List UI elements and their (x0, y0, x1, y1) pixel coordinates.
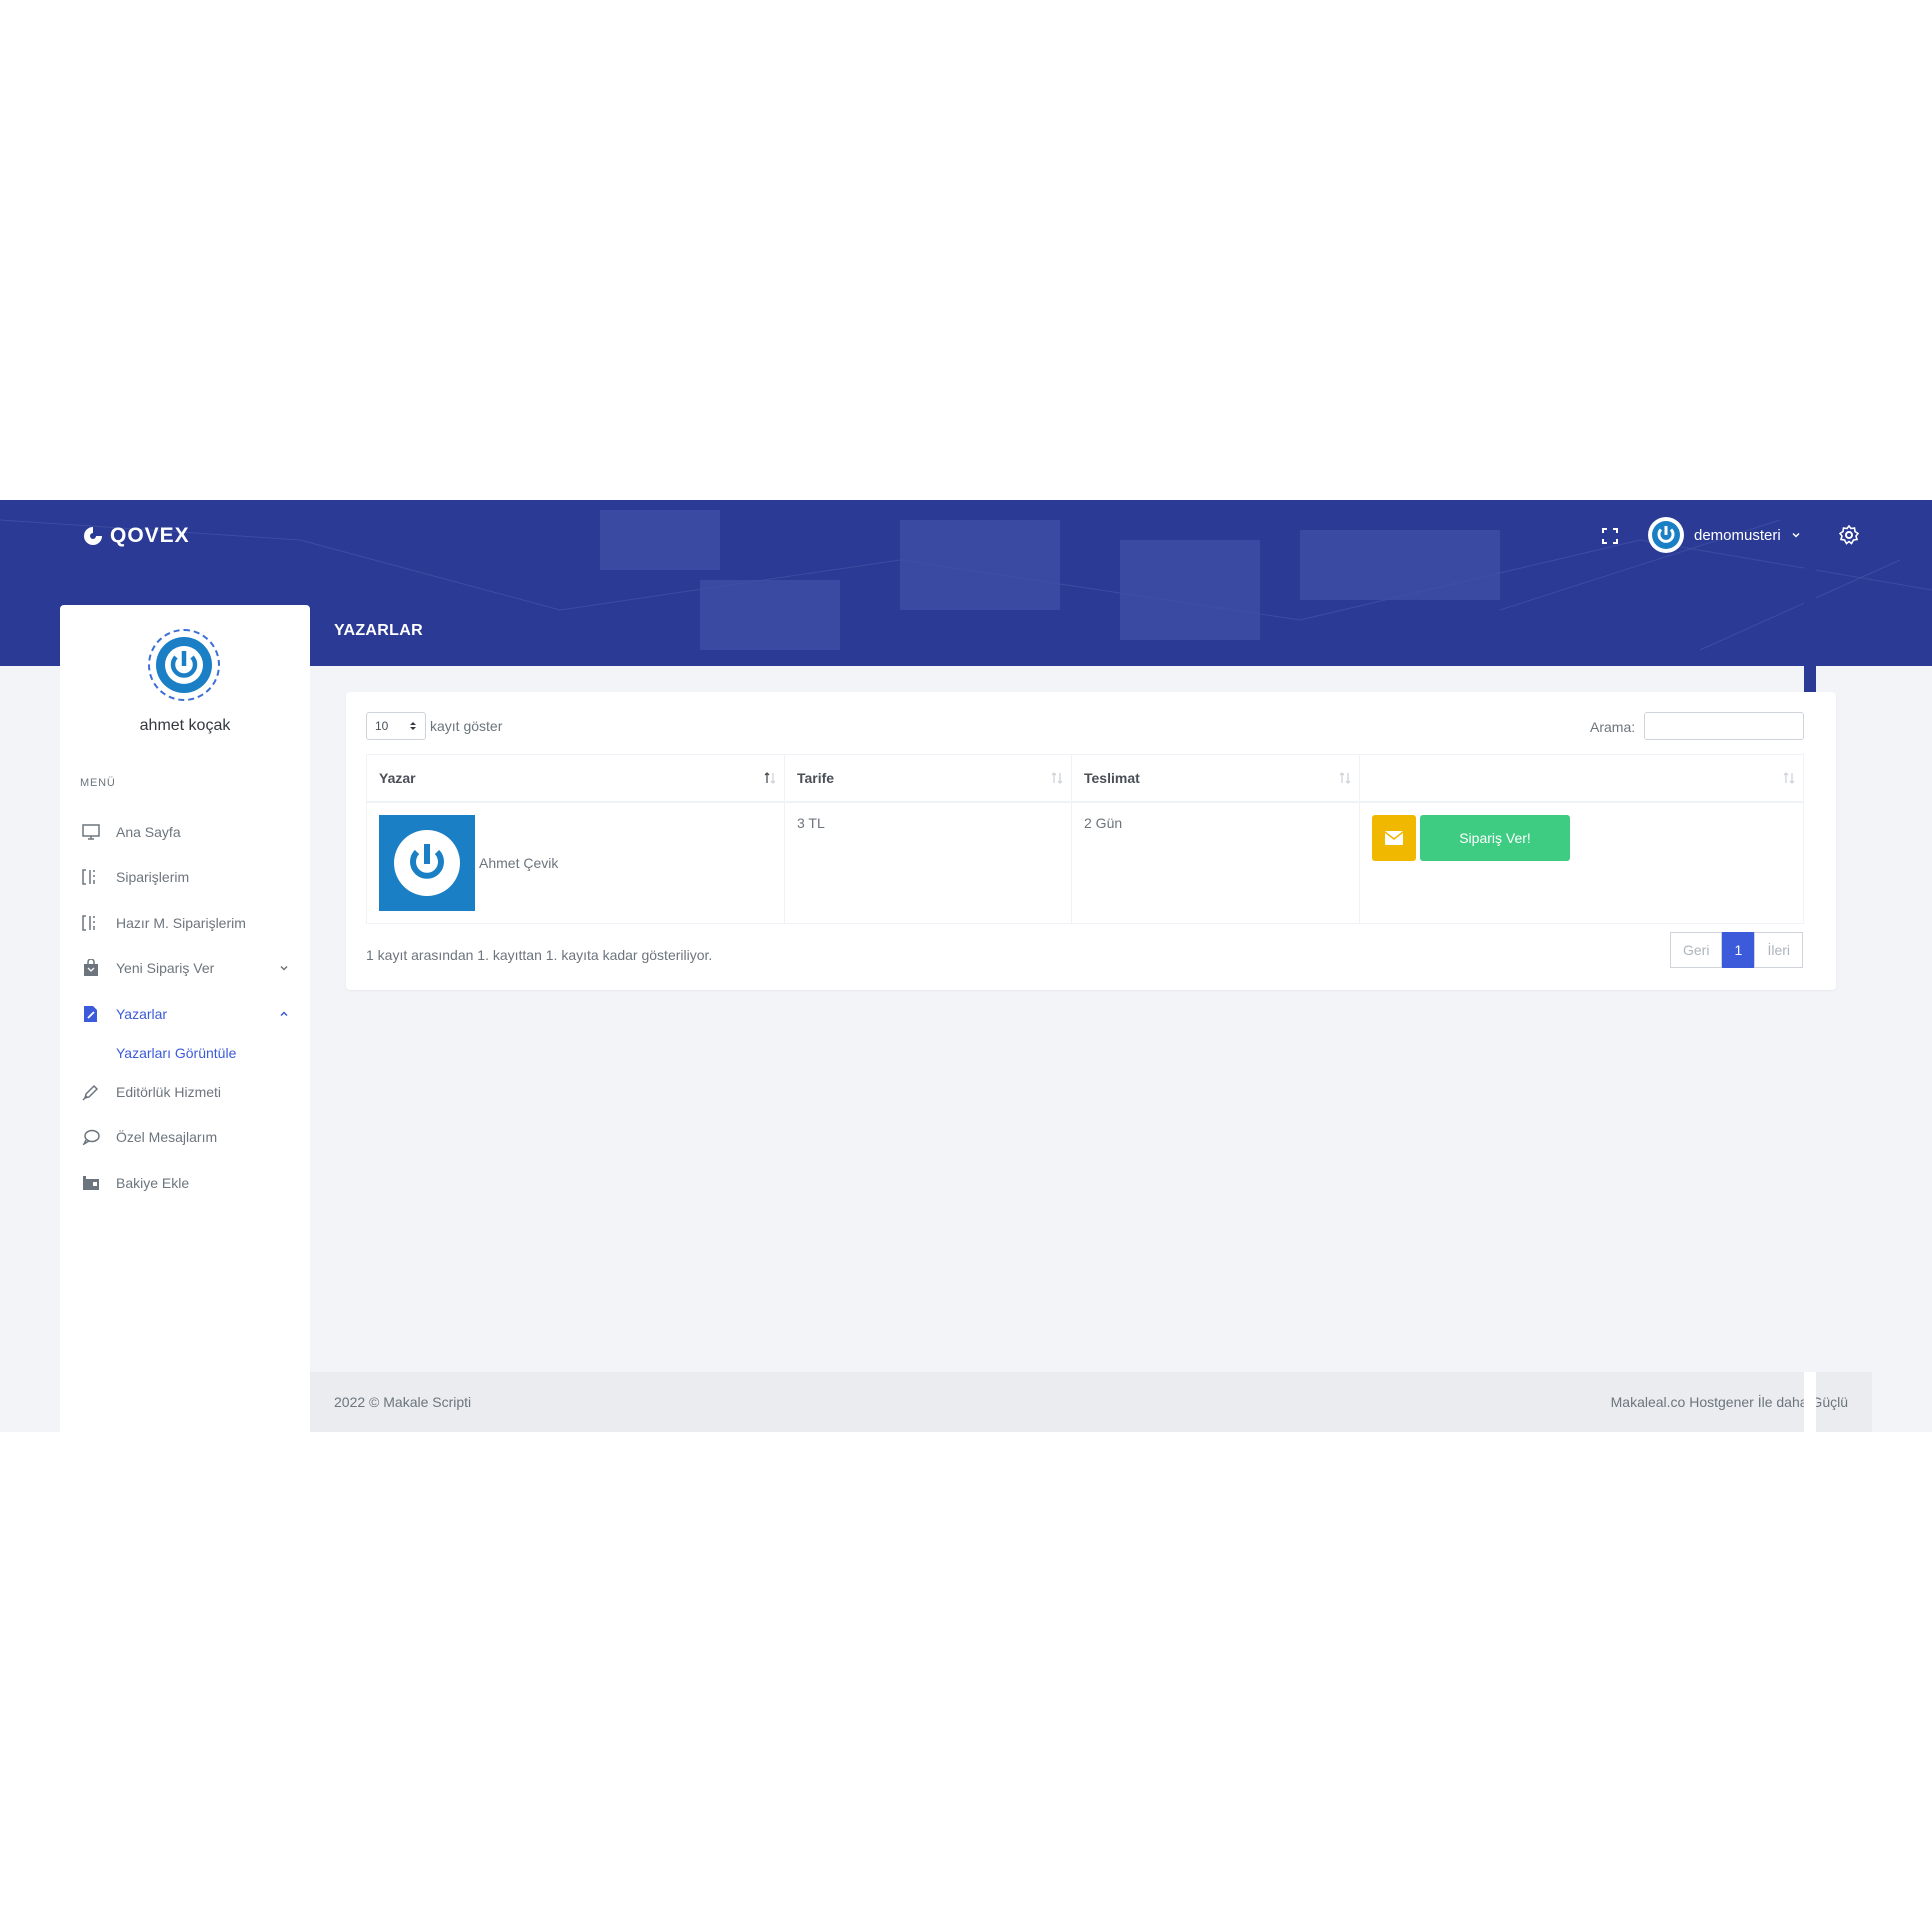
app-shell: QOVEX demomusteri YAZARLAR ahmet koçak M… (0, 500, 1932, 1432)
page-length-label: kayıt göster (430, 718, 503, 734)
columns-icon (80, 867, 102, 887)
gear-icon (1839, 525, 1859, 545)
sidebar-item-ana-sayfa[interactable]: Ana Sayfa (80, 817, 290, 847)
qovex-logo-icon (84, 527, 102, 545)
sidebar-item-yazarlar[interactable]: Yazarlar (80, 999, 290, 1029)
sidebar: ahmet koçak MENÜ Ana Sayfa Siparişlerim … (60, 605, 310, 1432)
power-icon (1652, 521, 1680, 549)
message-button[interactable] (1372, 815, 1416, 861)
sidebar-item-label: Özel Mesajlarım (116, 1129, 218, 1145)
menu-title: MENÜ (80, 777, 116, 789)
wallet-icon (80, 1173, 102, 1193)
footer-copyright: 2022 © Makale Scripti (334, 1394, 472, 1410)
fullscreen-button[interactable] (1598, 524, 1622, 548)
chat-icon (80, 1127, 102, 1147)
select-arrows-icon (410, 722, 416, 730)
avatar (1648, 517, 1684, 553)
column-header-teslimat[interactable]: Teslimat (1071, 754, 1360, 803)
username: demomusteri (1694, 526, 1781, 544)
author-name[interactable]: Ahmet Çevik (479, 855, 558, 871)
sidebar-item-label: Hazır M. Siparişlerim (116, 915, 246, 931)
sidebar-item-label: Editörlük Hizmeti (116, 1084, 222, 1100)
pagination-prev[interactable]: Geri (1670, 932, 1723, 968)
fullscreen-icon (1602, 528, 1618, 544)
order-button[interactable]: Sipariş Ver! (1420, 815, 1570, 861)
author-cell: Ahmet Çevik (366, 801, 785, 924)
chevron-down-icon (1792, 532, 1800, 538)
sidebar-item-ozel-mesajlarim[interactable]: Özel Mesajlarım (80, 1122, 290, 1152)
pagination: Geri 1 İleri (1670, 932, 1804, 968)
sort-icon (1783, 772, 1795, 784)
sort-icon (1051, 772, 1063, 784)
column-header-tarife[interactable]: Tarife (784, 754, 1072, 803)
chevron-up-icon (280, 1011, 288, 1017)
sidebar-item-label: Bakiye Ekle (116, 1175, 190, 1191)
columns-icon (80, 913, 102, 933)
column-header-yazar[interactable]: Yazar (366, 754, 785, 803)
sidebar-item-editorluk[interactable]: Editörlük Hizmeti (80, 1077, 290, 1107)
profile-avatar[interactable] (148, 629, 220, 701)
table-row: Ahmet Çevik 3 TL 2 Gün Sipariş Ver! (366, 801, 1804, 924)
footer: 2022 © Makale Scripti Makaleal.co Hostge… (310, 1372, 1872, 1432)
pagination-page-1[interactable]: 1 (1722, 932, 1755, 968)
authors-table: Yazar Tarife Teslimat Ahmet Çevik 3 TL 2… (366, 754, 1804, 924)
profile-name: ahmet koçak (139, 717, 231, 734)
table-info: 1 kayıt arasından 1. kayıttan 1. kayıta … (366, 947, 713, 963)
sidebar-item-label: Siparişlerim (116, 869, 190, 885)
actions-cell: Sipariş Ver! (1359, 801, 1804, 924)
scroll-indicator (1804, 500, 1816, 712)
settings-button[interactable] (1836, 522, 1862, 548)
sidebar-item-siparislerim[interactable]: Siparişlerim (80, 862, 290, 892)
power-icon (394, 830, 460, 896)
pen-icon (80, 1082, 102, 1102)
sidebar-item-label: Yazarlar (116, 1006, 168, 1022)
sidebar-item-label: Yeni Sipariş Ver (116, 960, 215, 976)
sort-asc-icon (764, 772, 776, 784)
pagination-next[interactable]: İleri (1754, 932, 1804, 968)
shopping-bag-icon (80, 958, 102, 978)
brand-name: QOVEX (110, 524, 190, 547)
sidebar-item-bakiye-ekle[interactable]: Bakiye Ekle (80, 1168, 290, 1198)
teslimat-cell: 2 Gün (1071, 801, 1360, 924)
sidebar-item-hazir-siparislerim[interactable]: Hazır M. Siparişlerim (80, 908, 290, 938)
authors-card: 10 kayıt göster Arama: Yazar Tarife Tesl… (346, 692, 1836, 990)
column-header-label: Teslimat (1084, 770, 1140, 786)
file-edit-icon (80, 1004, 102, 1024)
brand-logo[interactable]: QOVEX (82, 522, 190, 550)
monitor-icon (80, 822, 102, 842)
sidebar-item-yeni-siparis[interactable]: Yeni Sipariş Ver (80, 953, 290, 983)
chevron-down-icon (280, 965, 288, 971)
page-length-value: 10 (375, 719, 389, 733)
scroll-track (1804, 1372, 1816, 1432)
column-header-label: Tarife (797, 770, 835, 786)
column-header-label: Yazar (379, 770, 416, 786)
envelope-icon (1385, 831, 1403, 845)
page-length-select[interactable]: 10 (366, 712, 426, 740)
submenu-yazarlari-goruntule[interactable]: Yazarları Görüntüle (116, 1041, 236, 1065)
sidebar-item-label: Ana Sayfa (116, 824, 181, 840)
topbar: QOVEX demomusteri (0, 500, 1932, 570)
search-input[interactable] (1644, 712, 1804, 740)
tarife-cell: 3 TL (784, 801, 1072, 924)
power-icon (156, 637, 212, 693)
column-header-actions[interactable] (1359, 754, 1804, 803)
search-label: Arama: (1590, 719, 1636, 735)
user-menu[interactable]: demomusteri (1648, 516, 1801, 554)
author-photo (379, 815, 475, 911)
sort-icon (1339, 772, 1351, 784)
page-title: YAZARLAR (334, 622, 423, 639)
